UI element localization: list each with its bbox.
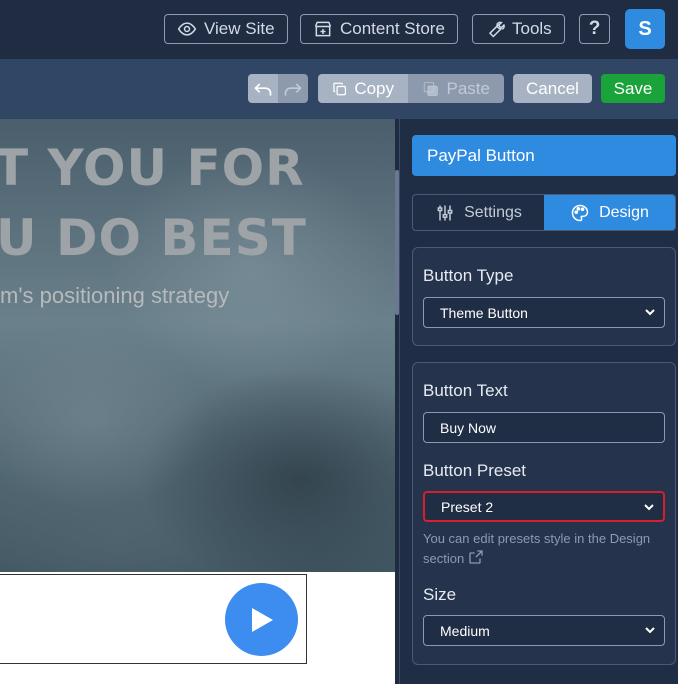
save-button[interactable]: Save: [601, 74, 665, 103]
button-text-label: Button Text: [423, 381, 508, 400]
tools-label: Tools: [512, 19, 552, 38]
top-bar: View Site Content Store Tools ? S: [0, 0, 678, 59]
view-site-label: View Site: [204, 19, 275, 38]
copy-icon: [333, 82, 347, 95]
eye-icon: [177, 22, 197, 36]
paste-button[interactable]: Paste: [408, 74, 504, 103]
cancel-label: Cancel: [526, 78, 579, 98]
undo-button[interactable]: [248, 74, 278, 103]
save-label: Save: [613, 78, 653, 98]
tab-settings[interactable]: Settings: [413, 195, 544, 230]
preset-hint: You can edit presets style in the Design…: [423, 529, 663, 569]
button-text-value: Buy Now: [440, 419, 497, 436]
undo-redo-group: [248, 74, 308, 103]
button-preset-select[interactable]: Preset 2: [423, 491, 665, 522]
redo-button[interactable]: [278, 74, 308, 103]
preset-hint-text: You can edit presets style in the Design…: [423, 531, 651, 566]
size-select[interactable]: Medium: [423, 615, 665, 646]
chevron-down-icon: [645, 309, 655, 316]
sliders-icon: [437, 205, 453, 220]
button-text-input[interactable]: Buy Now: [423, 412, 665, 443]
page-canvas[interactable]: T YOU FOR U DO BEST m's positioning stra…: [0, 119, 395, 684]
undo-icon: [254, 82, 272, 96]
hero-section[interactable]: T YOU FOR U DO BEST m's positioning stra…: [0, 119, 395, 572]
button-type-card: Button Type Theme Button: [412, 247, 676, 346]
button-preset-label: Button Preset: [423, 461, 527, 480]
hero-heading-line2: U DO BEST: [0, 209, 307, 267]
panel-title-label: PayPal Button: [427, 145, 535, 165]
content-store-button[interactable]: Content Store: [300, 14, 458, 44]
copy-label: Copy: [354, 78, 394, 98]
editor-toolbar: Copy Paste Cancel Save: [0, 59, 678, 119]
help-label: ?: [588, 18, 601, 39]
play-button[interactable]: [225, 583, 298, 656]
size-value: Medium: [440, 622, 490, 639]
button-preset-value: Preset 2: [441, 498, 494, 515]
avatar-initial: S: [638, 17, 652, 40]
tab-design-label: Design: [599, 203, 649, 221]
help-button[interactable]: ?: [579, 14, 610, 44]
hero-subheading: m's positioning strategy: [0, 283, 230, 308]
avatar[interactable]: S: [625, 9, 665, 49]
properties-panel: PayPal Button Settings Design Button Typ…: [399, 119, 678, 684]
tab-design[interactable]: Design: [544, 195, 675, 230]
chevron-down-icon: [645, 627, 655, 634]
redo-icon: [284, 82, 302, 96]
view-site-button[interactable]: View Site: [164, 14, 288, 44]
paste-icon: [423, 81, 438, 96]
copy-button[interactable]: Copy: [318, 74, 408, 103]
paste-label: Paste: [446, 78, 490, 98]
cancel-button[interactable]: Cancel: [513, 74, 592, 103]
button-type-value: Theme Button: [440, 304, 528, 321]
chevron-down-icon: [644, 504, 654, 511]
panel-tabs: Settings Design: [412, 194, 676, 231]
wrench-icon: [488, 21, 505, 38]
tools-button[interactable]: Tools: [472, 14, 565, 44]
panel-title: PayPal Button: [412, 135, 676, 176]
button-type-label: Button Type: [423, 266, 514, 285]
store-icon: [314, 21, 332, 37]
palette-icon: [571, 204, 589, 221]
play-icon: [251, 607, 273, 632]
content-store-label: Content Store: [340, 19, 445, 38]
hero-heading-line1: T YOU FOR: [0, 139, 305, 197]
button-type-select[interactable]: Theme Button: [423, 297, 665, 328]
button-options-card: Button Text Buy Now Button Preset Preset…: [412, 362, 676, 665]
size-label: Size: [423, 585, 457, 604]
external-link-icon[interactable]: [468, 549, 484, 565]
tab-settings-label: Settings: [464, 203, 522, 221]
